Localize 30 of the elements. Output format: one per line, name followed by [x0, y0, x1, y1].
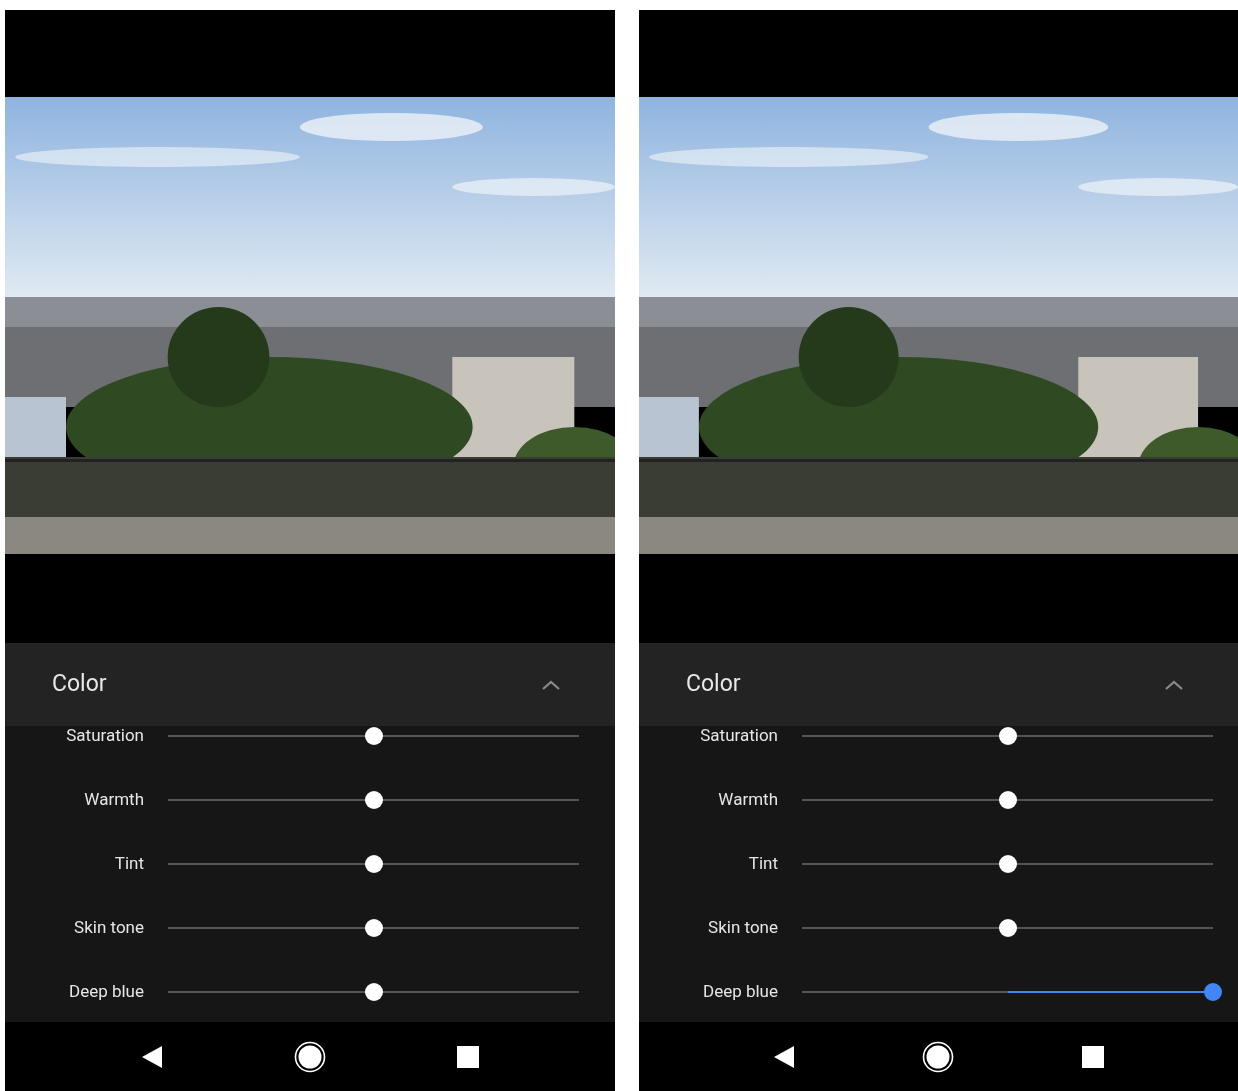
slider-label: Warmth	[83, 788, 144, 812]
slider-thumb[interactable]	[998, 727, 1017, 745]
slider-label: Tint	[113, 852, 144, 876]
slider-thumb[interactable]	[364, 791, 383, 809]
slider-label: Saturation	[65, 726, 144, 748]
slider-thumb[interactable]	[1204, 983, 1222, 1001]
chevron-up-icon[interactable]	[541, 678, 561, 691]
slider-label: Saturation	[699, 726, 778, 748]
slider-thumb[interactable]	[998, 855, 1017, 873]
panel-title: Color	[686, 669, 741, 700]
slider-label: Tint	[747, 852, 778, 876]
slider-label: Deep blue	[68, 980, 144, 1004]
slider-thumb[interactable]	[364, 919, 383, 937]
recents-icon[interactable]	[457, 1045, 480, 1068]
back-icon[interactable]	[140, 1044, 163, 1069]
slider-thumb[interactable]	[364, 727, 383, 745]
slider-thumb[interactable]	[364, 983, 383, 1001]
home-icon[interactable]	[294, 1040, 326, 1073]
slider-label: Warmth	[717, 788, 778, 812]
slider-thumb[interactable]	[998, 791, 1017, 809]
panel-title: Color	[52, 669, 107, 700]
chevron-up-icon[interactable]	[1164, 678, 1184, 691]
recents-icon[interactable]	[1082, 1045, 1105, 1068]
home-icon[interactable]	[922, 1040, 955, 1073]
slider-label: Skin tone	[73, 916, 144, 940]
slider-thumb[interactable]	[364, 855, 383, 873]
slider-thumb[interactable]	[998, 919, 1017, 937]
back-icon[interactable]	[772, 1044, 795, 1069]
slider-label: Skin tone	[707, 916, 778, 940]
slider-label: Deep blue	[702, 980, 778, 1004]
